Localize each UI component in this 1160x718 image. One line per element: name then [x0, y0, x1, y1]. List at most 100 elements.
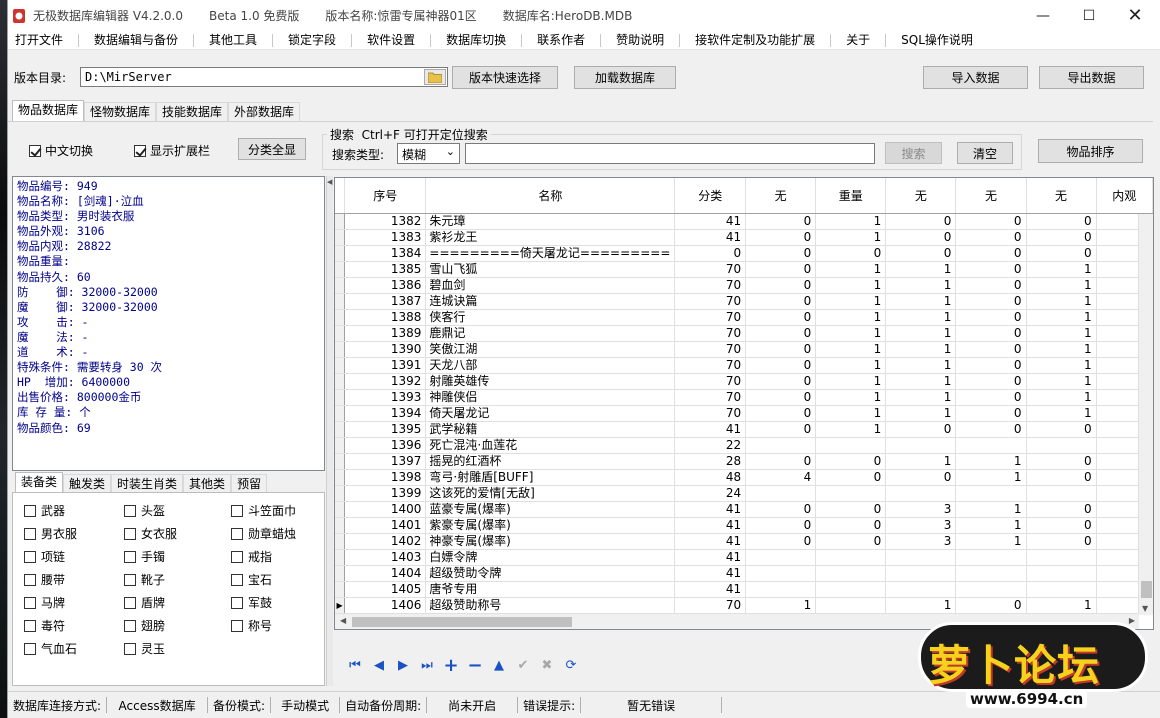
chinese-toggle-checkbox[interactable]: 中文切换 [29, 142, 93, 159]
table-cell[interactable]: 1 [885, 325, 957, 342]
table-cell[interactable]: 41 [674, 581, 747, 598]
row-selector[interactable] [335, 309, 346, 326]
table-row[interactable]: 1385雪山飞狐70011019 [335, 261, 1153, 278]
table-cell[interactable]: 1 [885, 293, 957, 310]
search-type-select[interactable]: 模糊 ⌄ [397, 143, 460, 164]
category-checkbox[interactable]: 靴子 [124, 571, 165, 588]
table-cell[interactable]: 天龙八部 [425, 357, 676, 374]
table-cell[interactable]: 1 [885, 341, 957, 358]
table-cell[interactable]: 1405 [344, 581, 427, 598]
table-cell[interactable]: 1393 [344, 389, 427, 406]
table-cell[interactable]: 笑傲江湖 [425, 341, 676, 358]
table-cell[interactable]: 1395 [344, 421, 427, 438]
table-cell[interactable]: 3 [885, 501, 957, 518]
table-cell[interactable]: 1394 [344, 405, 427, 422]
table-cell[interactable]: 这该死的爱情[无敌] [425, 485, 676, 502]
table-cell[interactable]: 雪山飞狐 [425, 261, 676, 278]
category-checkbox[interactable]: 翅膀 [124, 617, 165, 634]
category-checkbox[interactable]: 勋章蜡烛 [231, 525, 296, 542]
table-row[interactable]: 1401紫豪专属(爆率)41003102 [335, 517, 1153, 534]
table-row[interactable]: 1402神豪专属(爆率)41003102 [335, 533, 1153, 550]
table-row[interactable]: 1389鹿鼎记70011019 [335, 325, 1153, 342]
category-checkbox[interactable]: 男衣服 [24, 525, 77, 542]
table-cell[interactable]: 连城诀篇 [425, 293, 676, 310]
db-tab[interactable]: 外部数据库 [228, 102, 301, 121]
scroll-left-icon[interactable]: ◀ [340, 616, 346, 625]
table-cell[interactable]: 1 [1026, 341, 1097, 358]
table-cell[interactable]: 0 [885, 421, 957, 438]
column-header[interactable]: 无 [885, 178, 957, 214]
table-cell[interactable] [1026, 565, 1097, 582]
table-cell[interactable]: 70 [674, 293, 747, 310]
table-cell[interactable]: 1 [955, 453, 1027, 470]
table-cell[interactable]: 0 [1026, 229, 1097, 246]
db-tab[interactable]: 怪物数据库 [84, 102, 157, 121]
table-cell[interactable]: 0 [885, 469, 957, 486]
column-header[interactable]: 名称 [425, 178, 676, 214]
table-cell[interactable]: 0 [745, 389, 817, 406]
table-cell[interactable]: 摇晃的红酒杯 [425, 453, 676, 470]
table-cell[interactable]: 0 [745, 357, 817, 374]
menu-item[interactable]: 赞助说明 [609, 32, 671, 49]
table-cell[interactable]: 神雕侠侣 [425, 389, 676, 406]
category-checkbox[interactable]: 军鼓 [231, 594, 272, 611]
table-cell[interactable]: 4 [745, 469, 817, 486]
table-cell[interactable]: 1384 [344, 245, 427, 262]
table-row[interactable]: 1387连城诀篇70011019 [335, 293, 1153, 310]
table-cell[interactable] [955, 437, 1027, 454]
column-header[interactable]: 内观 [1096, 178, 1153, 214]
table-cell[interactable]: 0 [955, 357, 1027, 374]
menu-item[interactable]: 接软件定制及功能扩展 [688, 32, 822, 49]
table-cell[interactable]: 1392 [344, 373, 427, 390]
table-cell[interactable] [1026, 581, 1097, 598]
table-cell[interactable]: 白嫖令牌 [425, 549, 676, 566]
menu-item[interactable]: 数据库切换 [439, 32, 513, 49]
table-cell[interactable] [815, 597, 887, 614]
table-cell[interactable]: 0 [955, 293, 1027, 310]
table-cell[interactable]: 武学秘籍 [425, 421, 676, 438]
table-cell[interactable]: 1 [955, 533, 1027, 550]
table-row[interactable]: 1403白嫖令牌411 [335, 549, 1153, 566]
table-row[interactable]: 1405唐爷专用411 [335, 581, 1153, 598]
category-checkbox[interactable]: 毒符 [24, 617, 65, 634]
table-cell[interactable]: 1 [955, 469, 1027, 486]
row-selector[interactable] [335, 581, 346, 598]
table-cell[interactable]: 1 [1026, 597, 1097, 614]
table-row[interactable]: ▶1406超级赞助称号7011011 [335, 597, 1153, 614]
dir-input[interactable]: D:\MirServer [80, 67, 448, 87]
row-selector[interactable] [335, 549, 346, 566]
edit-record-icon[interactable]: ▲ [488, 654, 510, 676]
table-row[interactable]: 1386碧血剑70011019 [335, 277, 1153, 294]
row-selector[interactable] [335, 373, 346, 390]
table-cell[interactable]: 0 [674, 245, 747, 262]
sort-button[interactable]: 物品排序 [1038, 139, 1143, 163]
table-cell[interactable]: 1 [955, 501, 1027, 518]
table-cell[interactable]: 1 [815, 373, 887, 390]
horizontal-scroll-thumb[interactable] [352, 617, 572, 627]
table-cell[interactable]: 3 [885, 533, 957, 550]
table-cell[interactable]: 0 [745, 501, 817, 518]
table-cell[interactable]: 蓝豪专属(爆率) [425, 501, 676, 518]
category-checkbox[interactable]: 灵玉 [124, 640, 165, 657]
last-record-icon[interactable]: ⏭ [416, 654, 438, 676]
table-cell[interactable]: 1 [815, 357, 887, 374]
show-ext-checkbox[interactable]: 显示扩展栏 [134, 142, 210, 159]
row-selector[interactable] [335, 517, 346, 534]
table-cell[interactable]: 0 [1026, 533, 1097, 550]
category-checkbox[interactable]: 武器 [24, 502, 65, 519]
column-header[interactable]: 无 [955, 178, 1027, 214]
table-cell[interactable]: 1 [885, 597, 957, 614]
table-cell[interactable]: 0 [955, 389, 1027, 406]
table-cell[interactable]: 1 [1026, 405, 1097, 422]
table-cell[interactable]: 1387 [344, 293, 427, 310]
item-grid[interactable]: 序号名称分类无重量无无无内观 1382朱元璋410100031383紫衫龙王41… [334, 177, 1154, 630]
row-selector[interactable] [335, 341, 346, 358]
table-cell[interactable]: 70 [674, 277, 747, 294]
table-cell[interactable] [815, 581, 887, 598]
table-cell[interactable]: 0 [815, 501, 887, 518]
table-cell[interactable]: 70 [674, 389, 747, 406]
table-cell[interactable] [1026, 549, 1097, 566]
category-all-button[interactable]: 分类全显 [238, 138, 306, 160]
table-cell[interactable]: 0 [745, 533, 817, 550]
table-cell[interactable]: 1391 [344, 357, 427, 374]
